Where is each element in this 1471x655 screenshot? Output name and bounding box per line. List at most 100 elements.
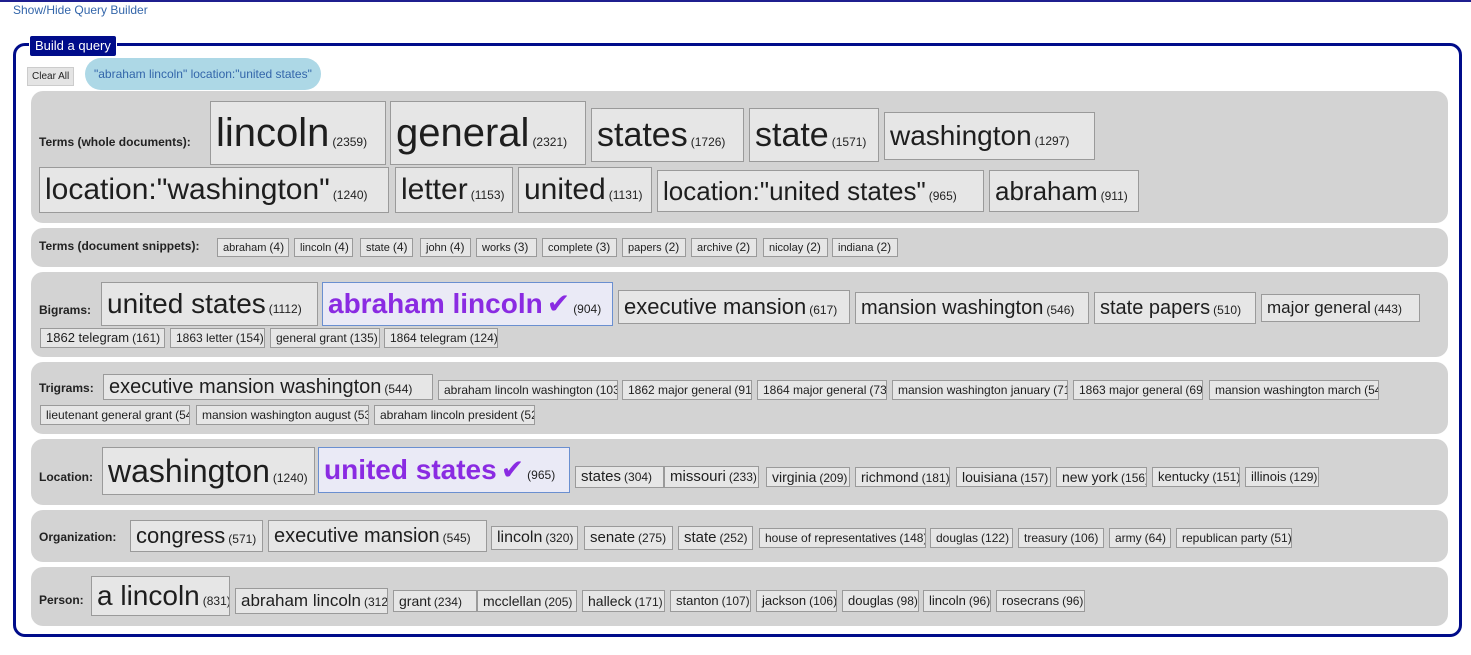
- facet-count: (4): [449, 240, 465, 254]
- facet-chip[interactable]: mansion washington january(71): [892, 380, 1068, 400]
- facet-chip[interactable]: douglas (122): [930, 528, 1013, 548]
- facet-count: (510): [1213, 303, 1242, 317]
- facet-chip[interactable]: 1862 telegram (161): [40, 328, 165, 348]
- top-border: [0, 0, 1471, 2]
- facet-chip[interactable]: lincoln (320): [491, 526, 578, 550]
- facet-chip[interactable]: 1863 major general(69): [1073, 380, 1203, 400]
- facet-chip[interactable]: state (252): [678, 526, 753, 550]
- facet-term: lincoln: [300, 242, 332, 254]
- facet-chip[interactable]: new york (156): [1056, 467, 1147, 487]
- facet-chip[interactable]: general (2321): [390, 101, 586, 165]
- facet-count: (98): [896, 594, 918, 608]
- facet-chip[interactable]: stanton (107): [670, 590, 751, 612]
- facet-chip[interactable]: senate (275): [584, 526, 673, 550]
- facet-chip[interactable]: united states (1112): [101, 282, 318, 326]
- facet-chip[interactable]: virginia (209): [766, 467, 850, 487]
- facet-chip[interactable]: state (1571): [749, 108, 879, 162]
- active-query-pill[interactable]: "abraham lincoln" location:"united state…: [85, 58, 321, 90]
- facet-chip[interactable]: state papers (510): [1094, 292, 1256, 324]
- facet-chip[interactable]: mcclellan (205): [477, 590, 577, 612]
- facet-chip[interactable]: missouri (233): [664, 466, 759, 488]
- facet-chip[interactable]: united (1131): [518, 167, 652, 213]
- facet-chip[interactable]: congress (571): [130, 520, 263, 552]
- facet-chip[interactable]: executive mansion washington (544): [103, 374, 433, 400]
- facet-chip-selected[interactable]: abraham lincoln ✔ (904): [322, 282, 613, 326]
- facet-chip[interactable]: archive (2): [691, 238, 757, 257]
- facet-count: (156): [1121, 471, 1147, 485]
- facet-chip[interactable]: works (3): [476, 238, 537, 257]
- facet-chip[interactable]: states (304): [575, 466, 664, 488]
- facet-chip[interactable]: mansion washington (546): [855, 292, 1089, 324]
- facet-count: (106): [809, 594, 837, 608]
- facet-chip[interactable]: army (64): [1109, 528, 1171, 548]
- facet-chip[interactable]: republican party (51): [1176, 528, 1292, 548]
- show-hide-query-builder-link[interactable]: Show/Hide Query Builder: [13, 3, 148, 17]
- facet-chip[interactable]: mansion washington august(53): [196, 405, 369, 425]
- facet-chip[interactable]: location:"united states" (965): [657, 170, 984, 212]
- facet-chip[interactable]: indiana (2): [832, 238, 898, 257]
- facet-chip[interactable]: lieutenant general grant(54): [40, 405, 190, 425]
- facet-chip[interactable]: richmond (181): [855, 467, 950, 487]
- facet-term: mansion washington: [861, 297, 1044, 319]
- facet-chip[interactable]: a lincoln (831): [91, 576, 230, 616]
- facet-chip[interactable]: location:"washington" (1240): [39, 167, 389, 213]
- facet-chip[interactable]: state (4): [360, 238, 413, 257]
- facet-chip[interactable]: 1864 major general(73): [757, 380, 887, 400]
- facet-chip[interactable]: louisiana (157): [956, 467, 1051, 487]
- facet-term: virginia: [772, 469, 817, 485]
- facet-term: states: [581, 468, 622, 485]
- facet-term: mansion washington january: [898, 383, 1051, 397]
- facet-term: lincoln: [497, 529, 543, 546]
- facet-term: 1863 major general: [1079, 383, 1183, 397]
- facet-section-label: Terms (document snippets):: [39, 239, 200, 253]
- facet-chip[interactable]: rosecrans (96): [996, 590, 1085, 612]
- facet-count: (181): [921, 471, 950, 485]
- facet-chip-selected[interactable]: united states ✔ (965): [318, 447, 570, 493]
- facet-chip[interactable]: washington (1240): [102, 447, 315, 495]
- facet-chip[interactable]: abraham (4): [217, 238, 289, 257]
- facet-count: (151): [1212, 470, 1240, 484]
- facet-chip[interactable]: kentucky (151): [1152, 467, 1240, 487]
- facet-chip[interactable]: 1864 telegram (124): [384, 328, 498, 348]
- facet-chip[interactable]: douglas (98): [842, 590, 919, 612]
- facet-chip[interactable]: mansion washington march(54): [1209, 380, 1379, 400]
- checkmark-icon: ✔: [546, 288, 571, 319]
- facet-chip[interactable]: treasury (106): [1018, 528, 1104, 548]
- facet-chip[interactable]: illinois (129): [1245, 467, 1319, 487]
- facet-chip[interactable]: lincoln (2359): [210, 101, 386, 165]
- facet-chip[interactable]: major general (443): [1261, 294, 1420, 322]
- facet-chip[interactable]: abraham lincoln(312): [235, 588, 388, 614]
- facet-chip[interactable]: papers (2): [622, 238, 686, 257]
- facet-chip[interactable]: nicolay (2): [763, 238, 828, 257]
- facet-chip[interactable]: john (4): [420, 238, 471, 257]
- facet-chip[interactable]: complete (3): [542, 238, 617, 257]
- facet-chip[interactable]: executive mansion (545): [268, 520, 487, 552]
- facet-chip[interactable]: abraham lincoln washington(103): [438, 380, 618, 400]
- facet-chip[interactable]: executive mansion (617): [618, 290, 850, 324]
- facet-chip[interactable]: jackson (106): [756, 590, 837, 612]
- facet-chip[interactable]: 1863 letter (154): [170, 328, 265, 348]
- clear-all-button[interactable]: Clear All: [27, 67, 75, 86]
- facet-chip[interactable]: lincoln (4): [294, 238, 353, 257]
- facet-chip[interactable]: states (1726): [591, 108, 744, 162]
- facet-count: (52): [520, 408, 534, 422]
- facet-term: indiana: [838, 242, 874, 254]
- facet-chip[interactable]: house of representatives (148): [759, 528, 926, 548]
- facet-chip[interactable]: grant (234): [393, 590, 477, 612]
- facet-chip[interactable]: halleck (171): [582, 590, 665, 612]
- facet-term: lincoln: [929, 593, 966, 608]
- facet-chip[interactable]: general grant (135): [270, 328, 380, 348]
- facet-chip[interactable]: abraham (911): [989, 170, 1139, 212]
- facet-chip[interactable]: letter (1153): [395, 167, 513, 213]
- facet-chip[interactable]: washington (1297): [884, 112, 1095, 160]
- facet-term: missouri: [670, 468, 726, 485]
- facet-term: treasury: [1024, 531, 1068, 545]
- facet-count: (544): [384, 382, 413, 396]
- facet-term: army: [1115, 531, 1142, 545]
- facet-chip[interactable]: 1862 major general(91): [622, 380, 752, 400]
- facet-count: (443): [1373, 302, 1402, 316]
- facet-chip[interactable]: lincoln (96): [923, 590, 991, 612]
- facet-term: executive mansion: [624, 294, 807, 319]
- facet-chip[interactable]: abraham lincoln president(52): [374, 405, 535, 425]
- facet-term: state: [755, 116, 829, 154]
